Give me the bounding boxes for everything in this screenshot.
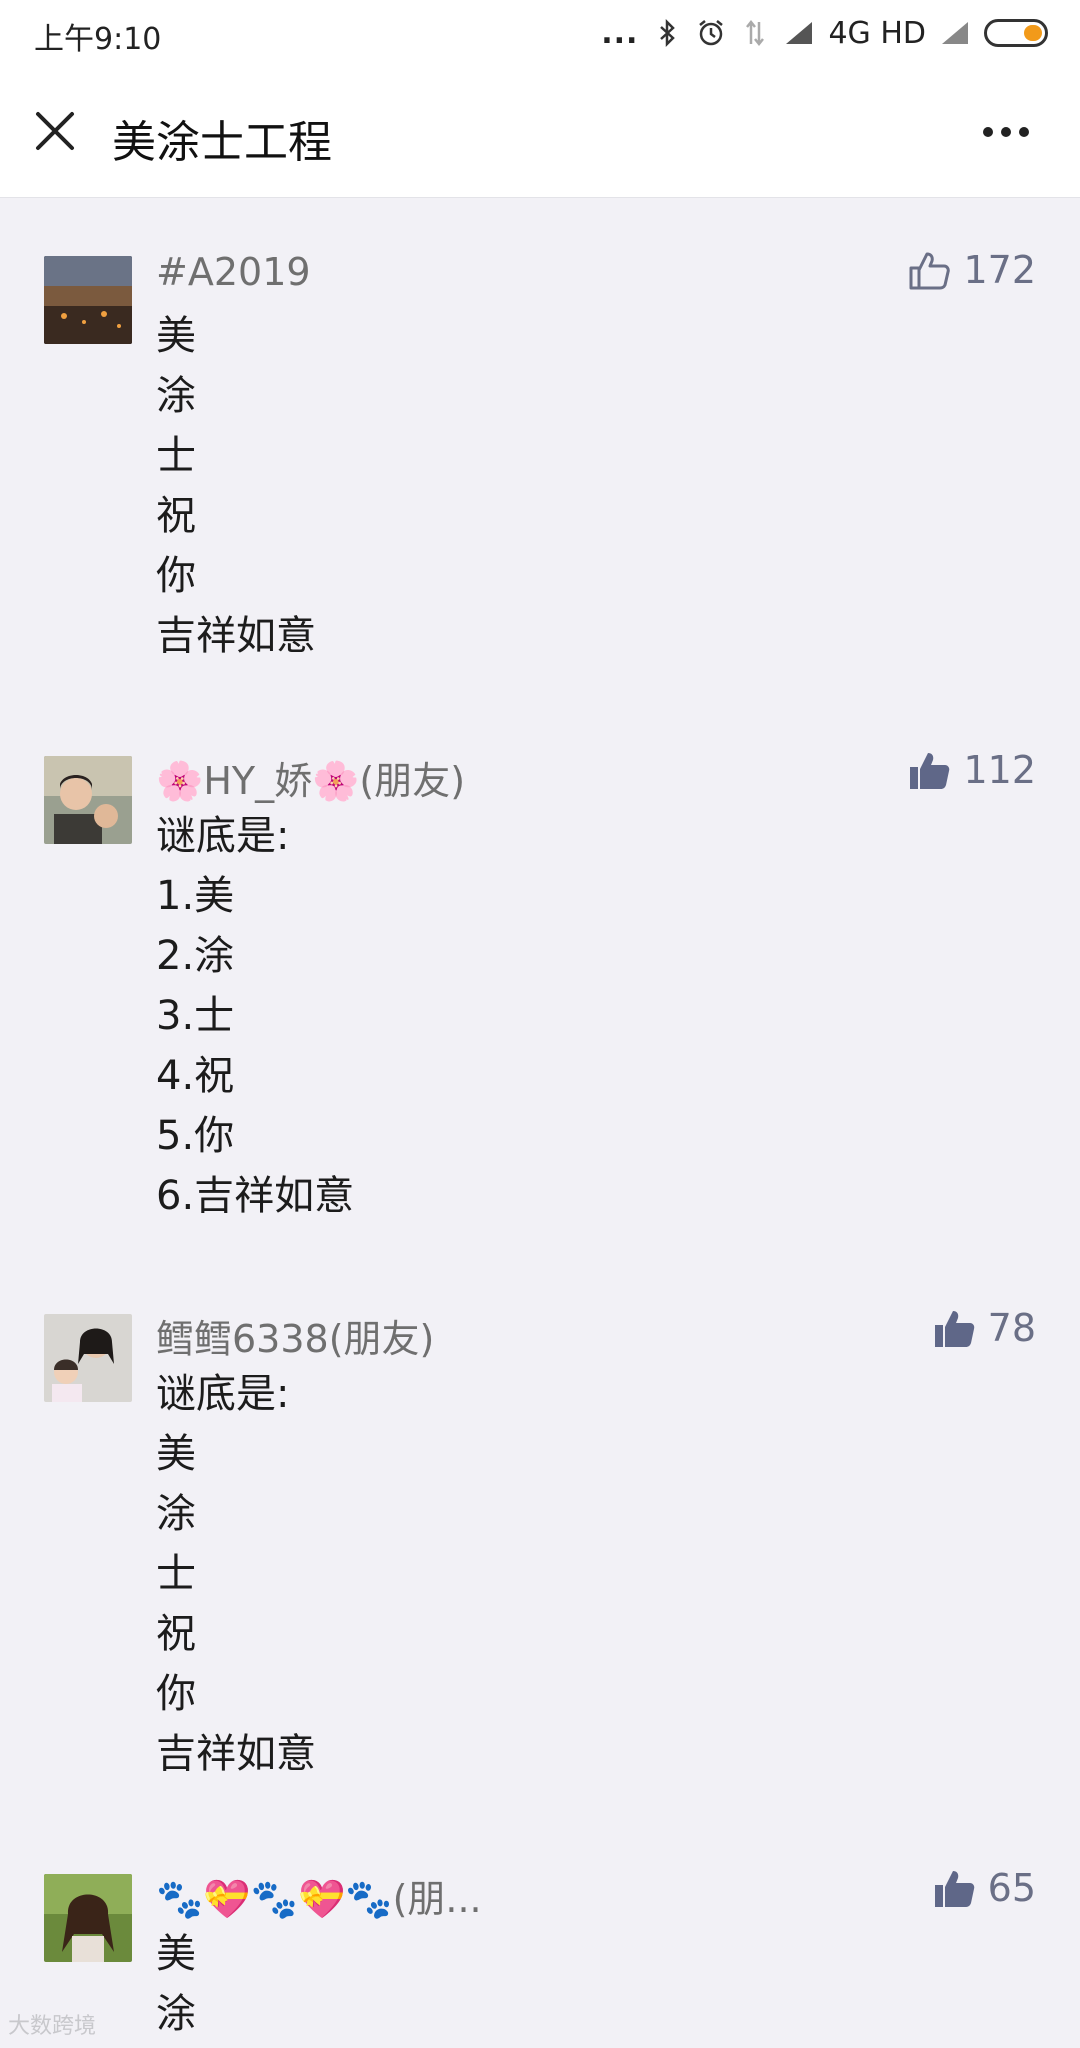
bluetooth-icon (660, 18, 676, 48)
more-icon[interactable] (982, 126, 1030, 138)
avatar[interactable] (44, 1314, 132, 1402)
comment-text: 谜底是: 美 涂 士 祝 你 吉祥如意 (156, 1364, 316, 1784)
comment-line: 吉祥如意 (156, 613, 316, 659)
like-button[interactable]: 172 (907, 248, 1036, 292)
avatar[interactable] (44, 256, 132, 344)
alarm-icon (699, 20, 724, 46)
thumbs-up-filled-icon (910, 753, 950, 789)
comment-author[interactable]: 🌸HY_娇🌸(朋友) (156, 750, 465, 805)
comment-item: 🐾💝🐾💝🐾(朋... 65 美 涂 (0, 1816, 1080, 2048)
status-dots: ... (601, 15, 639, 51)
comment-list: #A2019 172 美 涂 士 祝 你 吉祥如意 🌸HY_娇🌸(朋友) 112… (0, 198, 1080, 2048)
like-count: 65 (987, 1866, 1036, 1910)
like-count: 112 (963, 748, 1036, 792)
comment-line: 1.美 (156, 873, 235, 919)
thumbs-up-filled-icon (934, 1311, 974, 1347)
comment-text: 美 涂 (156, 1924, 196, 2044)
comment-line: 涂 (156, 373, 196, 419)
comment-line: 美 (156, 313, 196, 359)
like-count: 172 (963, 248, 1036, 292)
comment-author[interactable]: #A2019 (156, 250, 311, 294)
comment-line: 美 (156, 1931, 196, 1977)
comment-line: 祝 (156, 493, 196, 539)
comment-line: 谜底是: (156, 1371, 290, 1417)
comment-line: 你 (156, 553, 196, 599)
comment-line: 3.士 (156, 993, 235, 1039)
comment-line: 祝 (156, 1611, 196, 1657)
comment-line: 2.涂 (156, 933, 235, 979)
comment-text: 美 涂 士 祝 你 吉祥如意 (156, 306, 316, 666)
comment-line: 5.你 (156, 1113, 235, 1159)
watermark: 大数跨境 (8, 2014, 97, 2039)
status-time: 上午9:10 (34, 22, 162, 57)
comment-line: 4.祝 (156, 1053, 235, 1099)
thumbs-up-filled-icon (934, 1871, 974, 1907)
like-button[interactable]: 65 (932, 1866, 1036, 1910)
close-icon[interactable] (34, 110, 76, 152)
battery-icon (984, 19, 1048, 47)
comment-line: 士 (156, 433, 196, 479)
like-count: 78 (987, 1306, 1036, 1350)
comment-line: 涂 (156, 1491, 196, 1537)
comment-line: 士 (156, 1551, 196, 1597)
like-button[interactable]: 112 (907, 748, 1036, 792)
status-bar: 上午9:10 ... 4G HD (0, 0, 1080, 66)
comment-author[interactable]: 鳕鳕6338(朋友) (156, 1308, 434, 1363)
nav-header: 美涂士工程 (0, 66, 1080, 198)
comment-text: 谜底是: 1.美 2.涂 3.士 4.祝 5.你 6.吉祥如意 (156, 806, 354, 1226)
comment-line: 6.吉祥如意 (156, 1173, 355, 1219)
comment-item: 🌸HY_娇🌸(朋友) 112 谜底是: 1.美 2.涂 3.士 4.祝 5.你 … (0, 698, 1080, 1256)
page-title: 美涂士工程 (112, 117, 332, 168)
comment-item: 鳕鳕6338(朋友) 78 谜底是: 美 涂 士 祝 你 吉祥如意 (0, 1256, 1080, 1816)
comment-line: 谜底是: (156, 813, 290, 859)
comment-item: #A2019 172 美 涂 士 祝 你 吉祥如意 (0, 198, 1080, 698)
signal-icon (786, 22, 813, 44)
data-arrows-icon (746, 19, 765, 47)
like-button[interactable]: 78 (932, 1306, 1036, 1350)
network-label: 4G HD (828, 15, 926, 51)
thumbs-up-outline-icon (909, 252, 951, 290)
comment-author[interactable]: 🐾💝🐾💝🐾(朋... (156, 1868, 482, 1923)
comment-line: 涂 (156, 1991, 196, 2037)
status-icons: ... 4G HD (601, 14, 1048, 52)
comment-line: 你 (156, 1671, 196, 1717)
comment-line: 吉祥如意 (156, 1731, 316, 1777)
signal-icon-secondary (942, 22, 968, 44)
avatar[interactable] (44, 1874, 132, 1962)
avatar[interactable] (44, 756, 132, 844)
comment-line: 美 (156, 1431, 196, 1477)
